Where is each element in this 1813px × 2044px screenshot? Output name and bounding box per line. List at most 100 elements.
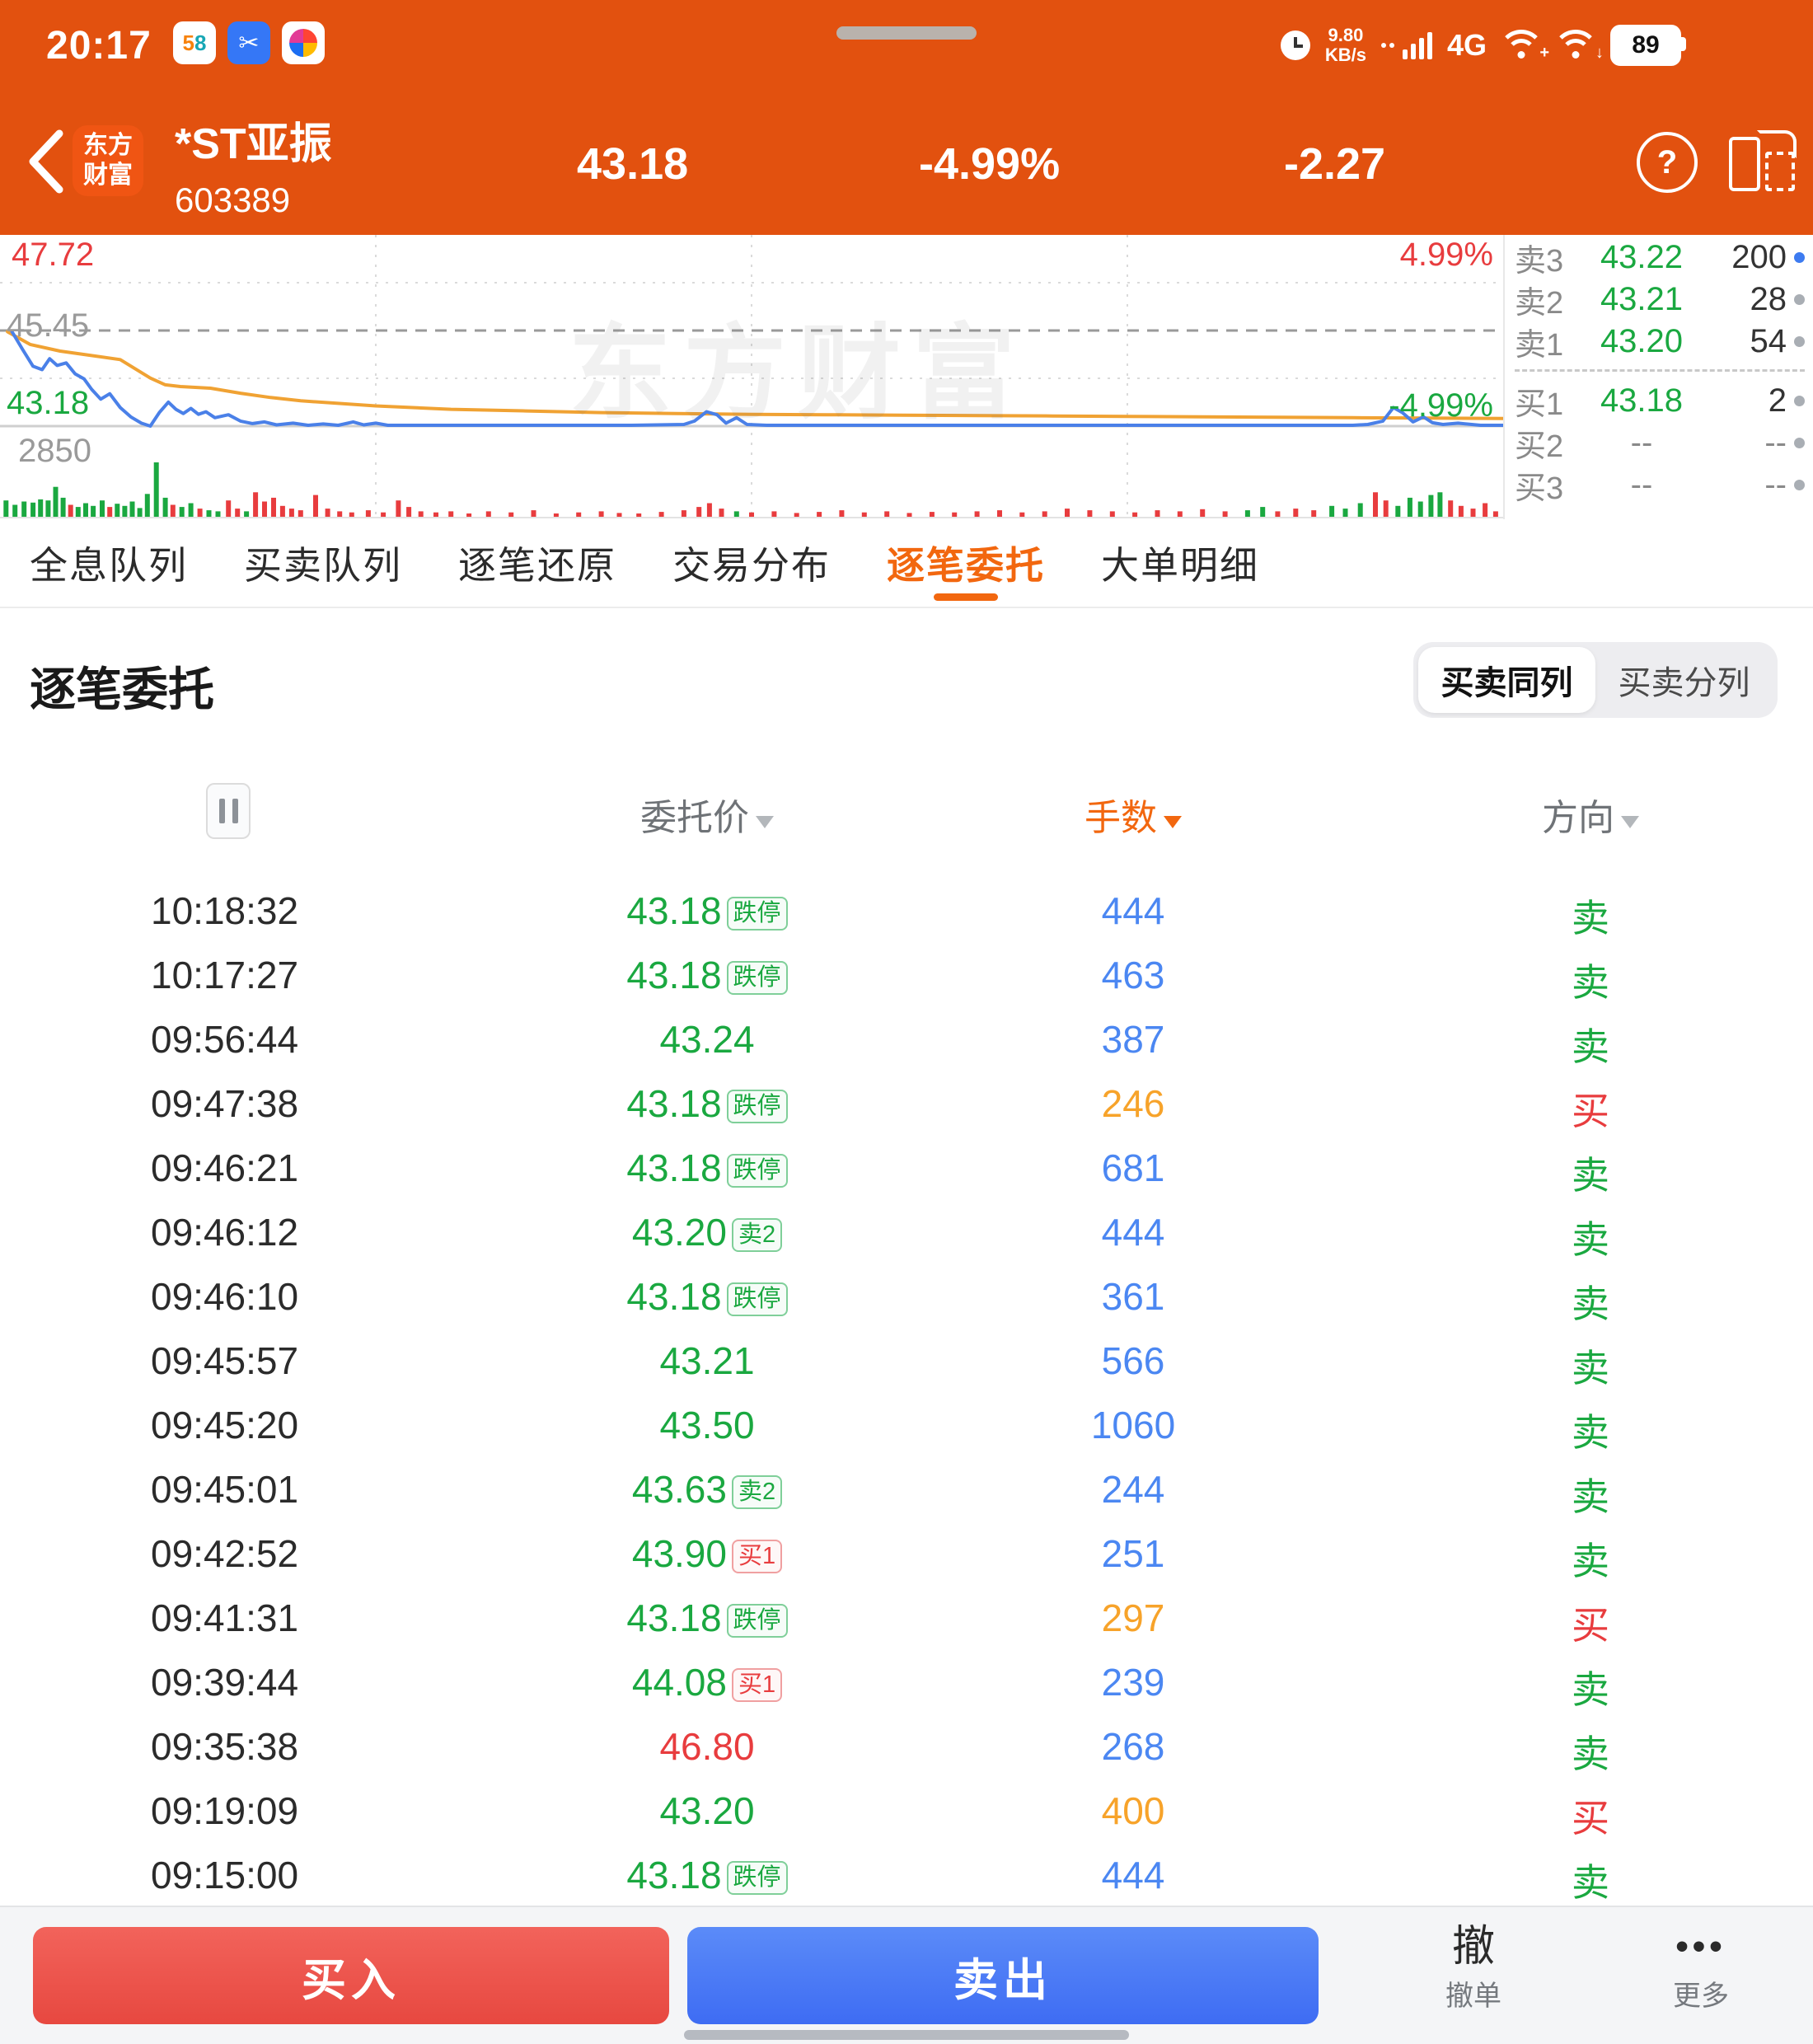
network-type: 4G bbox=[1447, 28, 1487, 63]
order-direction: 卖 bbox=[1450, 1338, 1731, 1393]
tab-3[interactable]: 逐笔还原 bbox=[458, 518, 616, 607]
order-price: 43.21 bbox=[476, 1338, 938, 1383]
camera-notch-pill bbox=[836, 26, 977, 40]
order-lots: 566 bbox=[989, 1338, 1277, 1383]
level-label: 买1 bbox=[1515, 378, 1576, 424]
order-price: 43.18跌停 bbox=[476, 1146, 938, 1190]
help-button[interactable]: ? bbox=[1637, 132, 1698, 193]
order-direction: 买 bbox=[1450, 1788, 1731, 1843]
sell-button[interactable]: 卖出 bbox=[687, 1927, 1319, 2024]
tab-5[interactable]: 逐笔委托 bbox=[887, 518, 1045, 607]
status-right-cluster: 9.80KB/s 4G + ↓ 89 bbox=[1281, 0, 1681, 91]
level-label: 卖1 bbox=[1515, 319, 1576, 364]
tab-6[interactable]: 大单明细 bbox=[1101, 518, 1259, 607]
order-time: 09:15:00 bbox=[151, 1853, 298, 1897]
back-button[interactable] bbox=[25, 129, 66, 195]
table-row[interactable]: 09:45:0143.63卖2244卖 bbox=[0, 1456, 1813, 1520]
table-row[interactable]: 09:42:5243.90买1251卖 bbox=[0, 1520, 1813, 1584]
table-header: 委托价 手数 方向 bbox=[0, 781, 1813, 839]
table-row[interactable]: 09:41:3143.18跌停297买 bbox=[0, 1584, 1813, 1648]
order-price: 43.18跌停 bbox=[476, 1853, 938, 1897]
order-book-row[interactable]: 卖143.2054 bbox=[1515, 321, 1805, 363]
wifi-secondary-icon: ↓ bbox=[1556, 30, 1595, 61]
table-row[interactable]: 09:39:4444.08买1239卖 bbox=[0, 1648, 1813, 1713]
order-time: 09:45:20 bbox=[151, 1403, 298, 1447]
order-book-row[interactable]: 卖343.22200 bbox=[1515, 237, 1805, 279]
sort-caret-icon bbox=[1164, 816, 1182, 828]
table-row[interactable]: 09:56:4443.24387卖 bbox=[0, 1006, 1813, 1070]
stock-name: *ST亚振 bbox=[175, 109, 332, 171]
cancel-order-button[interactable]: 撤 撤单 bbox=[1399, 1922, 1548, 2014]
table-row[interactable]: 09:46:2143.18跌停681卖 bbox=[0, 1134, 1813, 1198]
order-lots: 444 bbox=[989, 1853, 1277, 1897]
level-label: 买3 bbox=[1515, 462, 1576, 508]
order-price: 43.18跌停 bbox=[476, 953, 938, 997]
table-row[interactable]: 09:45:2043.501060卖 bbox=[0, 1391, 1813, 1456]
alarm-clock-icon bbox=[1281, 30, 1310, 60]
wifi-icon: + bbox=[1501, 30, 1541, 61]
tab-2[interactable]: 买卖队列 bbox=[244, 518, 402, 607]
table-row[interactable]: 10:18:3243.18跌停444卖 bbox=[0, 877, 1813, 941]
order-direction: 卖 bbox=[1450, 1660, 1731, 1714]
intraday-chart[interactable]: 东方财富 47.72 45.45 43.18 2850 4.99% -4.99% bbox=[0, 235, 1503, 519]
level-volume: -- bbox=[1708, 424, 1787, 462]
price-value: 43.24 bbox=[659, 1018, 754, 1061]
detail-tabs: 全息队列买卖队列逐笔还原交易分布逐笔委托大单明细 bbox=[0, 519, 1813, 608]
level-volume: 54 bbox=[1708, 323, 1787, 360]
order-price: 46.80 bbox=[476, 1724, 938, 1769]
order-book-row[interactable]: 买3---- bbox=[1515, 464, 1805, 506]
level-price: -- bbox=[1576, 466, 1708, 504]
home-indicator[interactable] bbox=[684, 2030, 1129, 2040]
order-book-row[interactable]: 卖243.2128 bbox=[1515, 279, 1805, 321]
table-row[interactable]: 09:15:0043.18跌停444卖 bbox=[0, 1841, 1813, 1906]
axis-label-low: 43.18 bbox=[7, 385, 89, 422]
sort-caret-icon bbox=[756, 816, 774, 828]
watermark: 东方财富 bbox=[569, 289, 1027, 438]
pause-button[interactable] bbox=[206, 783, 251, 839]
app-58-icon: 58 bbox=[173, 21, 216, 64]
order-time: 09:42:52 bbox=[151, 1531, 298, 1576]
price-value: 43.18 bbox=[626, 1596, 721, 1639]
signal-dots-icon bbox=[1381, 43, 1394, 48]
table-row[interactable]: 09:46:1243.20卖2444卖 bbox=[0, 1198, 1813, 1263]
table-row[interactable]: 09:45:5743.21566卖 bbox=[0, 1327, 1813, 1391]
price-value: 43.18 bbox=[626, 889, 721, 932]
order-book-row[interactable]: 买143.182 bbox=[1515, 380, 1805, 422]
tab-1[interactable]: 全息队列 bbox=[30, 518, 188, 607]
level-price: 43.22 bbox=[1576, 239, 1708, 276]
table-row[interactable]: 09:35:3846.80268卖 bbox=[0, 1713, 1813, 1777]
sort-caret-icon bbox=[1621, 816, 1639, 828]
toggle-option-1[interactable]: 买卖同列 bbox=[1418, 647, 1595, 713]
order-lots: 681 bbox=[989, 1146, 1277, 1190]
column-header-lots[interactable]: 手数 bbox=[989, 788, 1277, 841]
order-price: 43.24 bbox=[476, 1017, 938, 1062]
table-row[interactable]: 10:17:2743.18跌停463卖 bbox=[0, 941, 1813, 1006]
level-volume: 2 bbox=[1708, 382, 1787, 420]
order-direction: 买 bbox=[1450, 1596, 1731, 1650]
table-row[interactable]: 09:47:3843.18跌停246买 bbox=[0, 1070, 1813, 1134]
order-time: 09:39:44 bbox=[151, 1660, 298, 1704]
order-lots: 387 bbox=[989, 1017, 1277, 1062]
axis-label-high: 47.72 bbox=[12, 237, 94, 274]
price-value: 43.18 bbox=[626, 1854, 721, 1896]
table-row[interactable]: 09:19:0943.20400买 bbox=[0, 1777, 1813, 1841]
level-label: 买2 bbox=[1515, 420, 1576, 466]
order-lots: 297 bbox=[989, 1596, 1277, 1640]
tab-4[interactable]: 交易分布 bbox=[672, 518, 831, 607]
order-direction: 卖 bbox=[1450, 888, 1731, 943]
order-direction: 卖 bbox=[1450, 1017, 1731, 1071]
toggle-option-2[interactable]: 买卖分列 bbox=[1595, 647, 1773, 713]
buy-button[interactable]: 买入 bbox=[33, 1927, 669, 2024]
order-price: 43.18跌停 bbox=[476, 888, 938, 933]
header-change-amount: -2.27 bbox=[1284, 138, 1385, 190]
level-price: 43.18 bbox=[1576, 382, 1708, 420]
order-book-row[interactable]: 买2---- bbox=[1515, 422, 1805, 464]
column-header-direction[interactable]: 方向 bbox=[1450, 788, 1731, 841]
more-button[interactable]: ••• 更多 bbox=[1627, 1922, 1775, 2014]
price-value: 43.18 bbox=[626, 1146, 721, 1189]
column-header-price[interactable]: 委托价 bbox=[476, 788, 938, 841]
gallery-app-icon bbox=[282, 21, 325, 64]
table-row[interactable]: 09:46:1043.18跌停361卖 bbox=[0, 1263, 1813, 1327]
page-switch-button[interactable] bbox=[1729, 134, 1795, 188]
price-value: 43.63 bbox=[632, 1468, 727, 1511]
